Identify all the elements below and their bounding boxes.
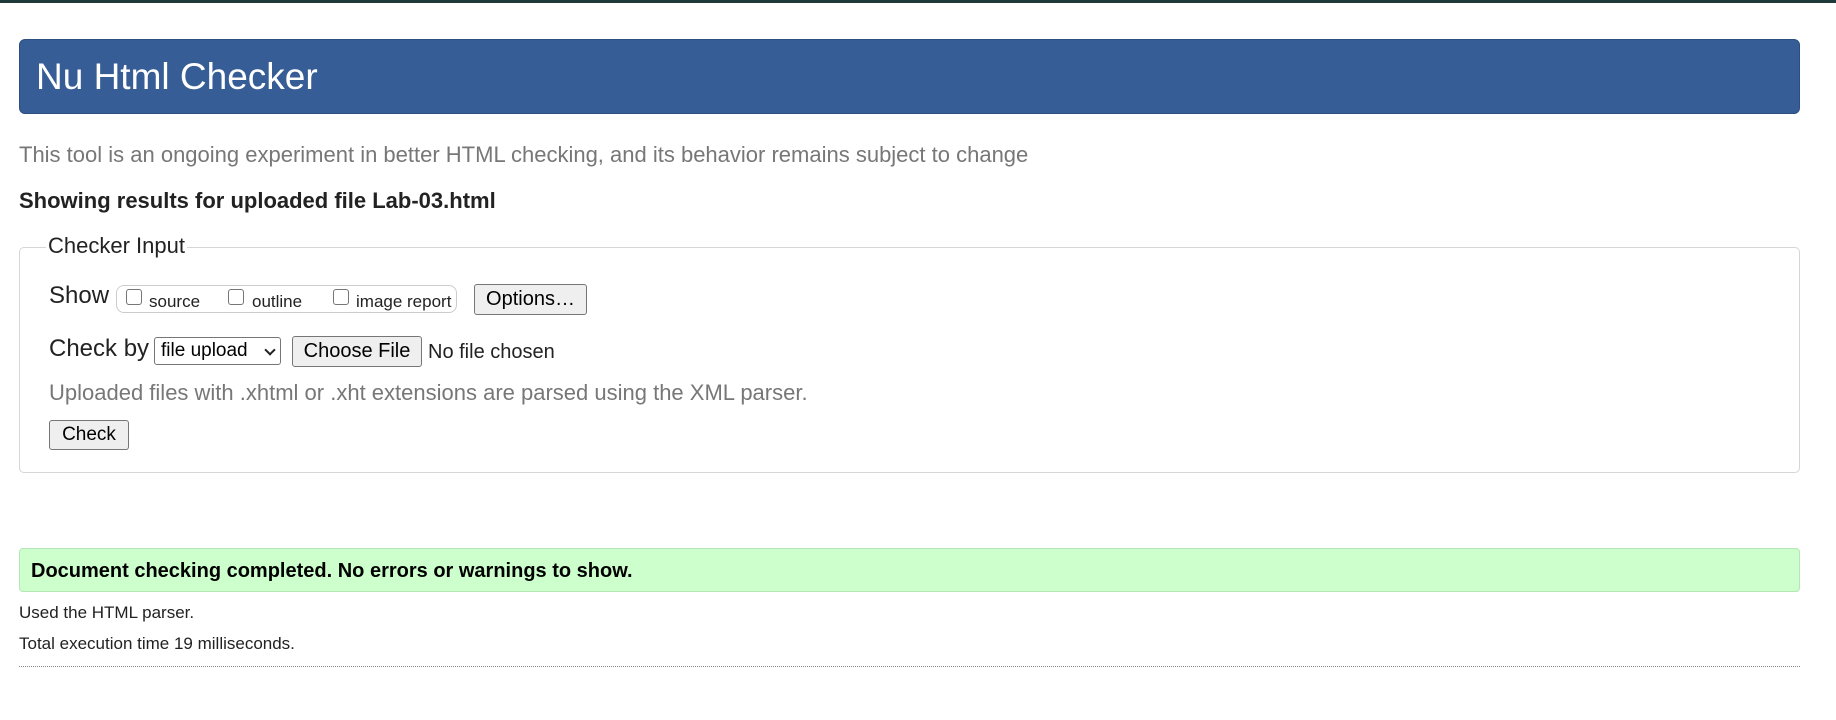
chevron-down-icon bbox=[264, 344, 276, 356]
options-button[interactable]: Options… bbox=[474, 284, 587, 315]
checkbox-outline[interactable] bbox=[228, 289, 244, 305]
parser-note: Used the HTML parser. bbox=[19, 603, 195, 622]
xml-parser-hint: Uploaded files with .xhtml or .xht exten… bbox=[49, 380, 808, 405]
checkbox-source-label[interactable]: source bbox=[149, 291, 200, 313]
check-button[interactable]: Check bbox=[49, 420, 129, 450]
no-file-chosen-text: No file chosen bbox=[428, 341, 555, 363]
checkbox-outline-label[interactable]: outline bbox=[252, 291, 302, 313]
checkbox-image-report[interactable] bbox=[333, 289, 349, 305]
choose-file-button[interactable]: Choose File bbox=[292, 336, 422, 367]
show-options-group: source outline image report bbox=[116, 285, 457, 313]
divider bbox=[19, 666, 1800, 667]
success-message: Document checking completed. No errors o… bbox=[31, 560, 633, 582]
results-heading: Showing results for uploaded file Lab-03… bbox=[19, 188, 496, 213]
show-label: Show bbox=[49, 282, 110, 309]
checkbox-source[interactable] bbox=[126, 289, 142, 305]
success-message-box: Document checking completed. No errors o… bbox=[19, 548, 1800, 592]
execution-time: Total execution time 19 milliseconds. bbox=[19, 634, 295, 653]
page-title: Nu Html Checker bbox=[36, 56, 318, 97]
intro-text: This tool is an ongoing experiment in be… bbox=[19, 142, 1029, 167]
check-by-selected-value: file upload bbox=[161, 340, 248, 361]
check-by-select[interactable]: file upload bbox=[154, 337, 281, 365]
checker-input-fieldset bbox=[19, 247, 1800, 473]
header-banner: Nu Html Checker bbox=[19, 39, 1800, 114]
top-border-strip bbox=[0, 0, 1836, 3]
checker-input-legend: Checker Input bbox=[46, 232, 187, 260]
checkbox-image-report-label[interactable]: image report bbox=[356, 291, 451, 313]
check-by-label: Check by bbox=[49, 335, 150, 362]
